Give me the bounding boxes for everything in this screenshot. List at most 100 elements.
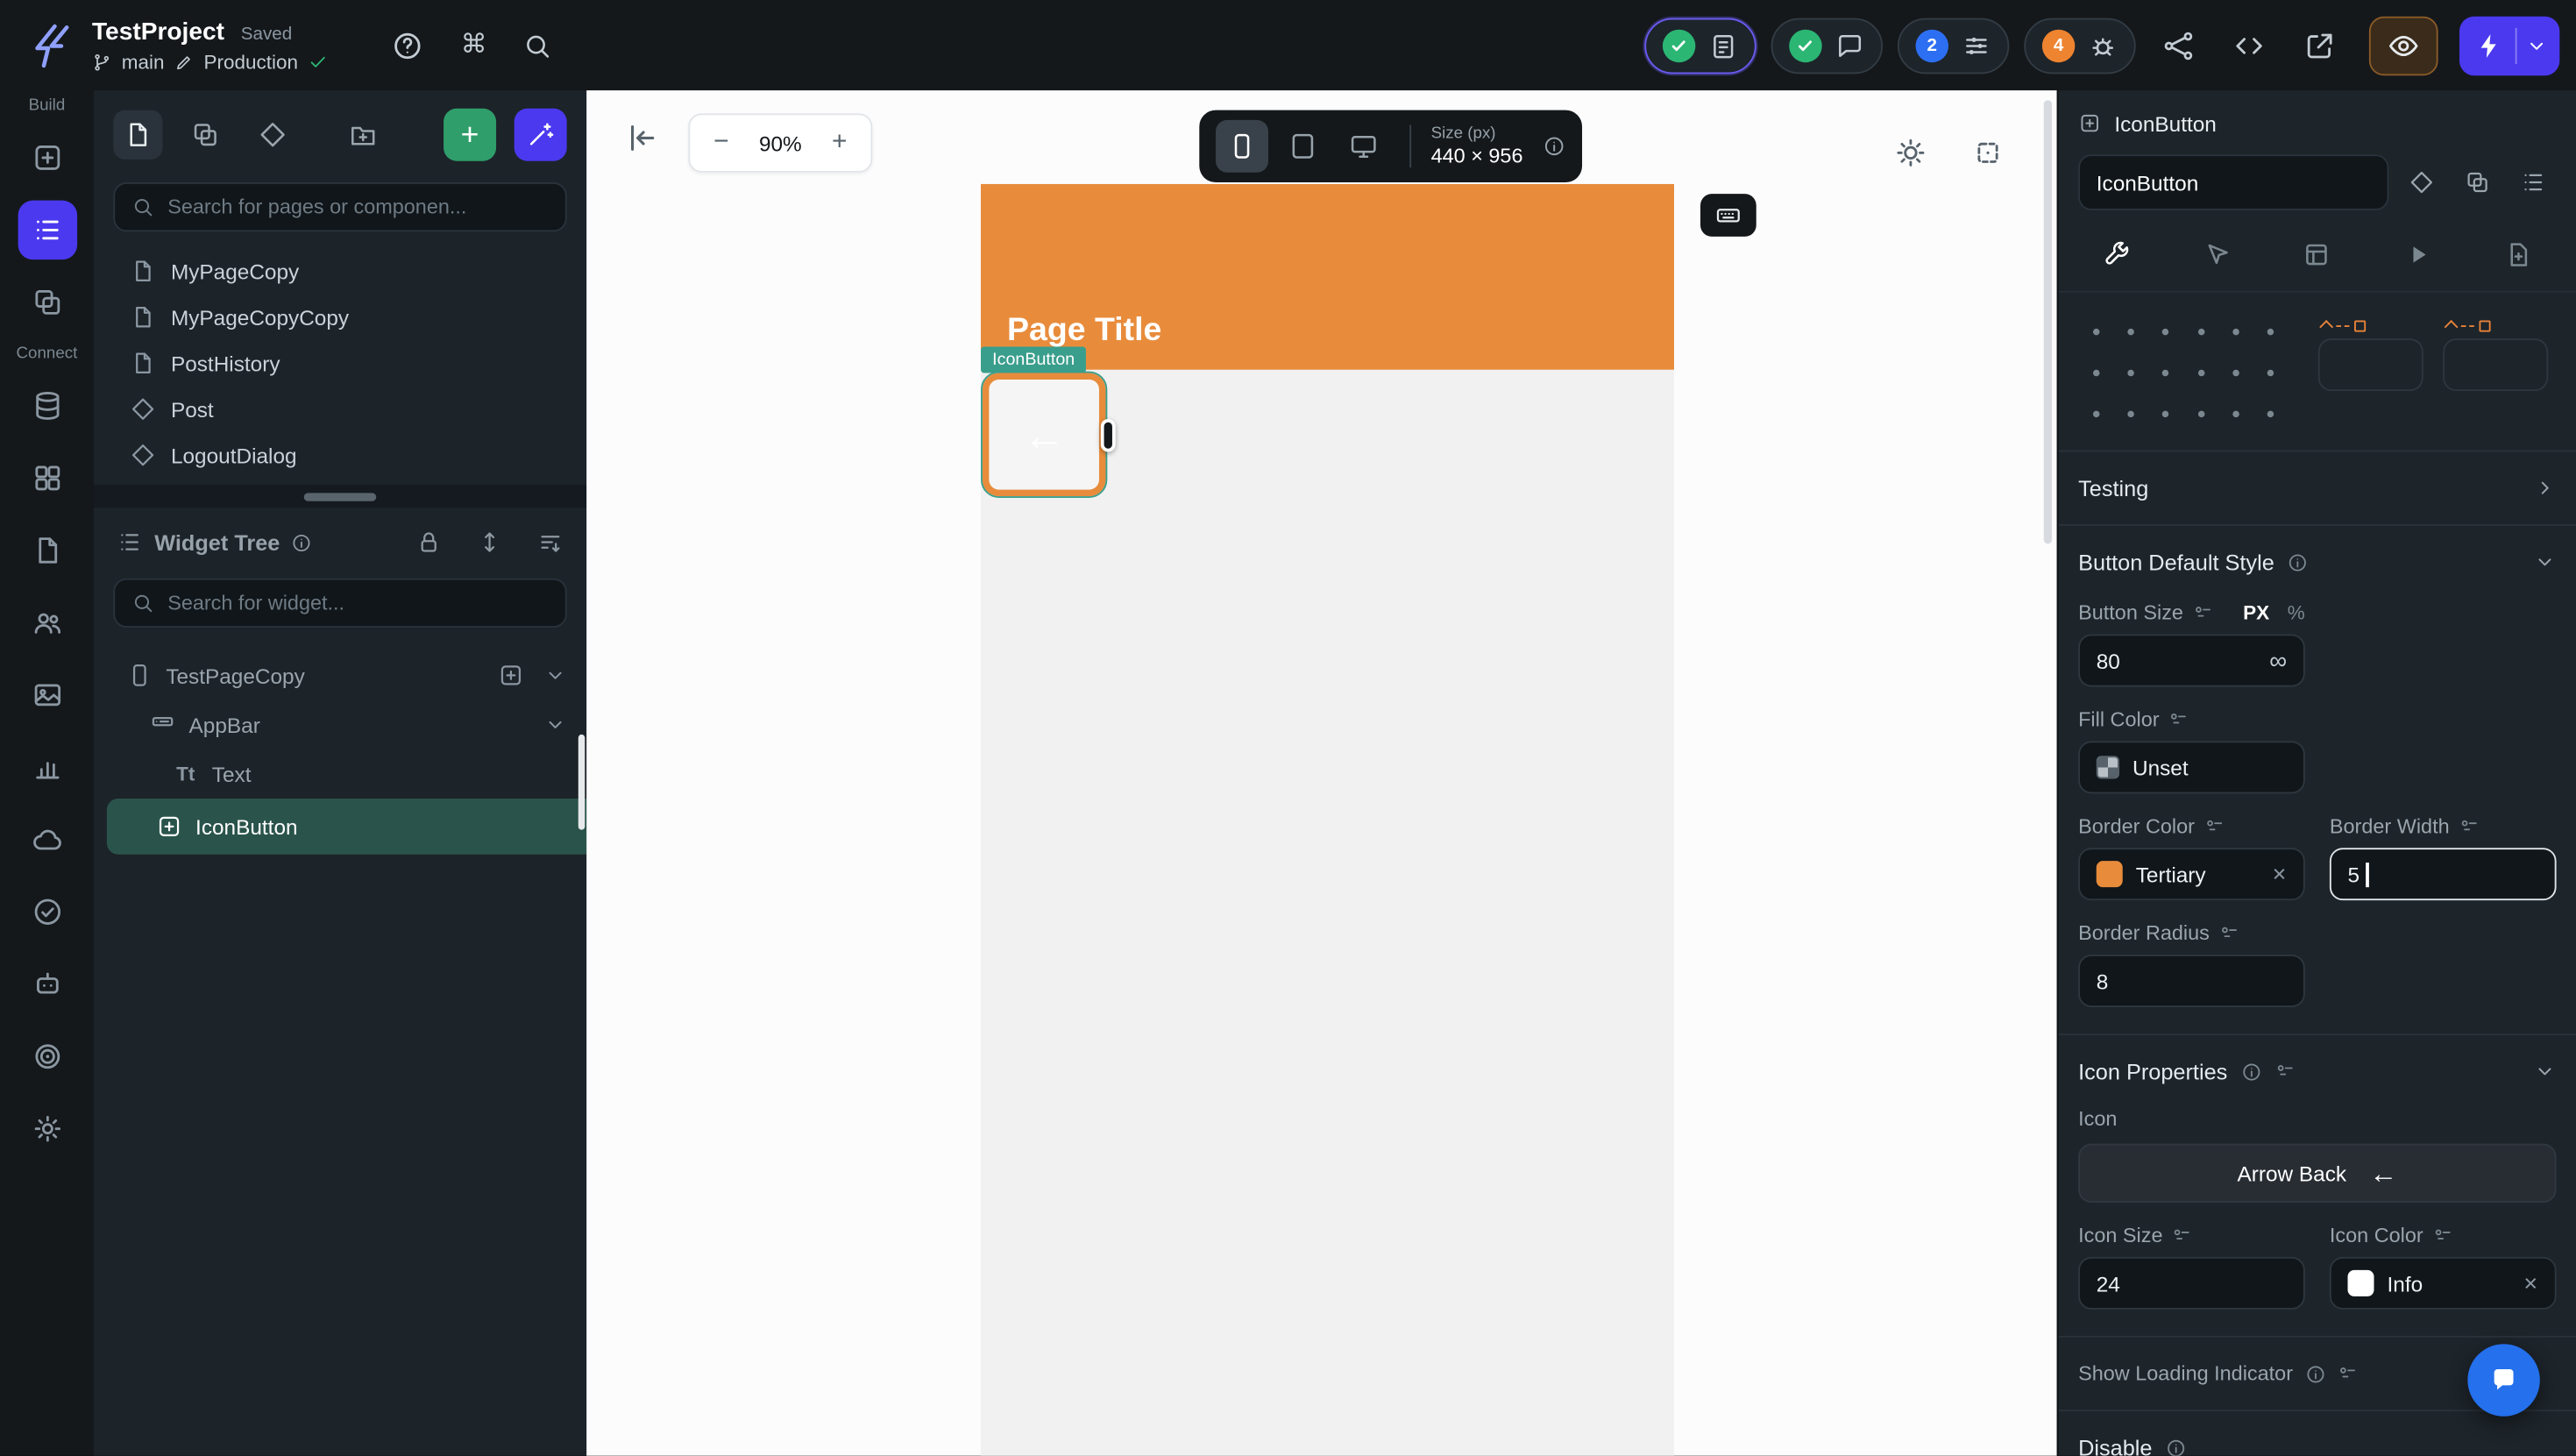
tab-documentation[interactable] <box>2486 221 2551 287</box>
templates-tab-button[interactable] <box>248 110 297 160</box>
code-view-button[interactable] <box>2221 18 2277 74</box>
pages-search-input[interactable] <box>167 195 550 219</box>
rail-cloud-functions-button[interactable] <box>18 810 76 869</box>
info-icon[interactable] <box>2304 1363 2325 1384</box>
comments-button[interactable] <box>1771 17 1884 74</box>
chevron-down-icon[interactable] <box>543 713 566 735</box>
expand-collapse-icon[interactable] <box>477 529 503 556</box>
flutterflow-logo[interactable] <box>23 16 75 75</box>
component-list-item[interactable]: Post <box>94 386 586 431</box>
lock-select-icon[interactable] <box>415 529 442 556</box>
rail-database-button[interactable] <box>18 376 76 435</box>
icon-color-input[interactable]: Info ✕ <box>2329 1256 2557 1310</box>
branch-name[interactable]: main <box>122 50 165 73</box>
widget-name-input[interactable]: IconButton <box>2078 154 2389 210</box>
set-from-variable-icon[interactable] <box>2219 922 2240 943</box>
icon-picker-button[interactable]: Arrow Back ← <box>2078 1143 2557 1204</box>
zoom-out-button[interactable]: − <box>699 118 742 167</box>
fill-color-unset-input[interactable]: Unset <box>2078 741 2305 794</box>
project-name[interactable]: TestProject <box>92 18 224 46</box>
component-list-item[interactable]: LogoutDialog <box>94 432 586 478</box>
section-disable[interactable]: Disable <box>2059 1411 2576 1456</box>
button-size-input[interactable]: 80 ∞ <box>2078 634 2305 687</box>
tab-properties[interactable] <box>2083 221 2148 287</box>
border-color-input[interactable]: Tertiary ✕ <box>2078 848 2305 901</box>
set-from-variable-icon[interactable] <box>2193 602 2214 623</box>
command-palette-icon[interactable]: ⌘ <box>461 32 487 59</box>
rail-pages-button[interactable] <box>17 200 77 260</box>
canvas-scrollbar[interactable] <box>2043 100 2053 544</box>
open-app-button[interactable] <box>2292 18 2348 74</box>
light-dark-toggle[interactable] <box>1894 137 1927 169</box>
padding-input[interactable] <box>2443 319 2549 392</box>
canvas-size-value[interactable]: 440 × 956 <box>1431 144 1523 168</box>
device-phone-button[interactable] <box>1216 119 1269 173</box>
breadcrumb-widget-name[interactable]: IconButton <box>2114 111 2217 136</box>
environment-name[interactable]: Production <box>203 50 298 73</box>
tree-node-page[interactable]: TestPageCopy <box>94 650 586 700</box>
panel-scrollbar-thumb[interactable] <box>578 734 585 830</box>
canvas[interactable]: − 90% + Size (px) 440 × 956 Page Title I… <box>586 90 2057 1456</box>
support-chat-button[interactable] <box>2467 1344 2540 1417</box>
project-health-button[interactable] <box>1644 17 1756 74</box>
preview-appbar[interactable]: Page Title <box>981 183 1675 370</box>
rail-files-button[interactable] <box>18 521 76 579</box>
api-calls-button[interactable] <box>2151 18 2207 74</box>
add-page-button[interactable]: + <box>444 108 497 161</box>
section-testing[interactable]: Testing <box>2059 451 2576 523</box>
tree-node-iconbutton[interactable]: IconButton <box>106 798 587 855</box>
unit-px[interactable]: PX <box>2243 601 2269 624</box>
tab-animations[interactable] <box>2385 221 2451 287</box>
run-options-chevron-icon[interactable] <box>2517 16 2557 75</box>
rail-tests-button[interactable] <box>18 955 76 1013</box>
set-from-variable-icon[interactable] <box>2433 1225 2454 1246</box>
lightning-icon[interactable] <box>2463 16 2516 75</box>
clear-border-color-icon[interactable]: ✕ <box>2272 863 2287 884</box>
components-tab-button[interactable] <box>181 110 230 160</box>
chevron-down-icon[interactable] <box>543 664 566 686</box>
component-actions-button[interactable] <box>2454 160 2500 205</box>
canvas-settings-button[interactable] <box>1971 137 2004 169</box>
set-from-variable-icon[interactable] <box>2204 816 2225 837</box>
icon-size-input[interactable]: 24 <box>2078 1256 2305 1310</box>
set-from-variable-icon[interactable] <box>2459 816 2480 837</box>
widget-search-input[interactable] <box>167 591 550 615</box>
tree-node-text[interactable]: Tt Text <box>94 749 586 799</box>
collapse-panel-button[interactable] <box>622 120 658 156</box>
iconbutton-preview[interactable]: ← <box>981 371 1108 498</box>
alignment-grid[interactable] <box>2078 312 2289 434</box>
run-button[interactable] <box>2459 15 2560 75</box>
tab-actions[interactable] <box>2183 221 2249 287</box>
unit-percent[interactable]: % <box>2288 601 2305 624</box>
keyboard-toggle-button[interactable] <box>1700 194 1756 237</box>
rail-checks-button[interactable] <box>18 883 76 941</box>
create-component-button[interactable] <box>2399 160 2445 205</box>
infinity-icon[interactable]: ∞ <box>2269 647 2287 675</box>
add-folder-button[interactable] <box>338 110 387 160</box>
device-desktop-button[interactable] <box>1338 120 1390 173</box>
rail-debug-button[interactable] <box>18 1027 76 1086</box>
border-width-input[interactable]: 5 <box>2329 848 2557 901</box>
edit-environment-icon[interactable] <box>174 52 194 71</box>
info-icon[interactable] <box>2288 551 2309 572</box>
add-widget-icon[interactable] <box>498 662 524 688</box>
rail-settings-button[interactable] <box>18 1099 76 1158</box>
zoom-level[interactable]: 90% <box>749 131 812 155</box>
rail-app-values-button[interactable] <box>18 738 76 797</box>
size-info-icon[interactable] <box>1543 135 1565 158</box>
todos-button[interactable]: 2 <box>1897 17 2010 74</box>
panel-resize-handle[interactable] <box>93 484 587 508</box>
tree-node-appbar[interactable]: AppBar <box>94 700 586 749</box>
set-from-variable-icon[interactable] <box>2173 1225 2194 1246</box>
rail-team-button[interactable] <box>18 593 76 652</box>
padding-input[interactable] <box>2317 319 2423 392</box>
set-from-variable-icon[interactable] <box>2169 709 2190 730</box>
ai-page-generate-button[interactable] <box>514 108 567 161</box>
section-icon-properties[interactable]: Icon Properties <box>2059 1035 2576 1107</box>
info-icon[interactable] <box>2240 1061 2261 1082</box>
widget-tree-toggle-button[interactable] <box>2510 160 2556 205</box>
set-from-variable-icon[interactable] <box>2338 1363 2359 1384</box>
preview-button[interactable] <box>2368 15 2438 75</box>
rail-widget-palette-button[interactable] <box>18 128 76 187</box>
tab-layout[interactable] <box>2284 221 2350 287</box>
